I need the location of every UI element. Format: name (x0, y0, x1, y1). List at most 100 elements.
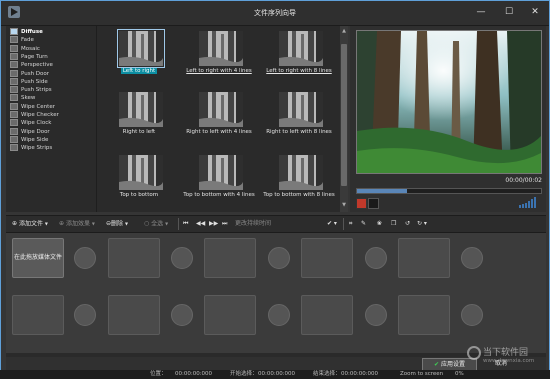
minimize-button[interactable]: — (473, 5, 489, 19)
status-end-time: 00:00:00:000 (341, 371, 379, 377)
media-slot[interactable] (12, 295, 64, 335)
effect-label: Wipe Strips (21, 145, 53, 152)
transition-slot-icon[interactable] (171, 247, 193, 269)
checkmark-icon[interactable]: ✔ ▾ (327, 218, 337, 230)
toolbar-divider (178, 218, 179, 230)
rotate-left-icon[interactable]: ↺ (405, 218, 410, 230)
transition-slot-icon[interactable] (461, 247, 483, 269)
effect-item[interactable]: Fade (10, 36, 34, 44)
effect-item[interactable]: Diffuse (10, 28, 43, 36)
transition-slot-icon[interactable] (461, 304, 483, 326)
prev-button[interactable]: ◀◀ (196, 218, 205, 230)
transition-thumbnail[interactable] (119, 155, 163, 190)
transition-label[interactable]: Right to left (101, 129, 177, 135)
transition-slot-icon[interactable] (365, 247, 387, 269)
transition-thumbnail[interactable] (199, 92, 243, 127)
transition-thumbnail[interactable] (279, 155, 323, 190)
transition-label[interactable]: Left to right with 8 lines (261, 68, 337, 74)
maximize-button[interactable]: ☐ (501, 5, 517, 19)
media-slot[interactable] (108, 295, 160, 335)
stop-icon[interactable] (368, 198, 379, 209)
transition-label[interactable]: Left to right (101, 68, 177, 74)
change-duration-button[interactable]: 更改持续时间 (235, 218, 271, 230)
effect-item[interactable]: Push Strips (10, 86, 52, 94)
status-position-label: 位置： (150, 371, 167, 377)
transition-slot-icon[interactable] (268, 304, 290, 326)
transition-slot-icon[interactable] (74, 247, 96, 269)
skip-end-button[interactable]: ⏭ (222, 218, 227, 230)
media-slot[interactable] (398, 295, 450, 335)
gallery-scrollbar[interactable]: ▲ ▼ (340, 26, 348, 212)
transition-slot-icon[interactable] (365, 304, 387, 326)
media-slot[interactable] (204, 295, 256, 335)
media-slot[interactable] (108, 238, 160, 278)
add-file-button[interactable]: ⊕ 添加文件 ▾ (12, 218, 48, 230)
transition-slot-icon[interactable] (268, 247, 290, 269)
transition-label[interactable]: Right to left with 8 lines (261, 129, 337, 135)
window-title: 文件序列向导 (254, 9, 296, 17)
select-all-button[interactable]: ○ 全选 ▾ (144, 218, 168, 230)
add-effect-button[interactable]: ⊕ 添加效果 ▾ (59, 218, 95, 230)
next-button[interactable]: ▶▶ (209, 218, 218, 230)
media-slot[interactable] (398, 238, 450, 278)
effect-thumb-icon (10, 111, 18, 118)
add-file-label: 添加文件 (18, 220, 43, 228)
effect-item[interactable]: Skew (10, 94, 35, 102)
effect-item[interactable]: Push Door (10, 69, 49, 78)
status-start-label: 开始选择： (230, 371, 258, 377)
delete-button[interactable]: ⊖删除 ▾ (106, 218, 128, 230)
preview-progress[interactable] (356, 188, 542, 194)
effect-item[interactable]: Wipe Strips (10, 144, 52, 152)
timeline-area[interactable]: 在此拖放媒体文件 (6, 233, 546, 353)
media-slot[interactable] (204, 238, 256, 278)
transition-label[interactable]: Right to left with 4 lines (181, 129, 257, 135)
crop-icon[interactable]: ⌗ (349, 218, 352, 230)
effect-list: Diffuse Fade Mosaic Page Turn Perspective Pus… (6, 26, 97, 212)
close-button[interactable]: ✕ (527, 5, 543, 19)
drop-media-area[interactable]: 在此拖放媒体文件 (12, 238, 64, 278)
skip-start-button[interactable]: ⏮ (183, 218, 188, 230)
media-slot[interactable] (301, 295, 353, 335)
effect-thumb-icon (10, 77, 18, 85)
transition-label[interactable]: Top to bottom (101, 192, 177, 198)
effect-item[interactable]: Perspective (10, 61, 53, 69)
media-slot[interactable] (301, 238, 353, 278)
rotate-right-icon[interactable]: ↻ ▾ (417, 218, 427, 230)
cancel-button[interactable]: 取消 (484, 358, 518, 370)
transition-thumbnail[interactable] (117, 29, 165, 68)
effect-item[interactable]: Wipe Door (10, 127, 50, 136)
effect-item[interactable]: Mosaic (10, 44, 40, 53)
transition-thumbnail[interactable] (199, 155, 243, 190)
transition-label[interactable]: Left to right with 4 lines (181, 68, 257, 74)
transition-label-text: Left to right with 8 lines (266, 68, 332, 74)
effect-label: Fade (21, 37, 34, 44)
copy-icon[interactable]: ❐ (391, 218, 396, 230)
scroll-up-icon[interactable]: ▲ (341, 28, 347, 34)
record-icon[interactable] (356, 198, 367, 209)
effect-item[interactable]: Wipe Side (10, 135, 49, 144)
effect-item[interactable]: Page Turn (10, 52, 48, 61)
transition-label[interactable]: Top to bottom with 8 lines (261, 192, 337, 198)
effect-item[interactable]: Wipe Clock (10, 119, 51, 127)
transition-slot-icon[interactable] (74, 304, 96, 326)
effect-item[interactable]: Push Side (10, 77, 48, 86)
scroll-down-icon[interactable]: ▼ (341, 202, 347, 208)
binoculars-icon[interactable]: ❀ (377, 218, 382, 230)
transition-label-text: Right to left (122, 129, 156, 135)
transition-thumbnail[interactable] (279, 31, 323, 66)
status-start-time: 00:00:00:000 (258, 371, 296, 377)
transition-label-text: Top to bottom with 4 lines (183, 192, 255, 198)
effect-item[interactable]: Wipe Center (10, 102, 55, 111)
volume-icon[interactable] (518, 196, 540, 208)
effect-label: Wipe Side (21, 136, 49, 143)
effect-label: Wipe Door (21, 128, 50, 135)
wrench-icon[interactable]: ✎ (361, 218, 366, 230)
status-bar: 位置： 00:00:00:000 开始选择： 00:00:00:000 结束选择… (0, 370, 550, 379)
effect-item[interactable]: Wipe Checker (10, 111, 59, 119)
transition-label[interactable]: Top to bottom with 4 lines (181, 192, 257, 198)
transition-thumbnail[interactable] (119, 92, 163, 127)
transition-slot-icon[interactable] (171, 304, 193, 326)
scroll-thumb[interactable] (341, 44, 347, 186)
transition-thumbnail[interactable] (199, 31, 243, 66)
transition-thumbnail[interactable] (279, 92, 323, 127)
